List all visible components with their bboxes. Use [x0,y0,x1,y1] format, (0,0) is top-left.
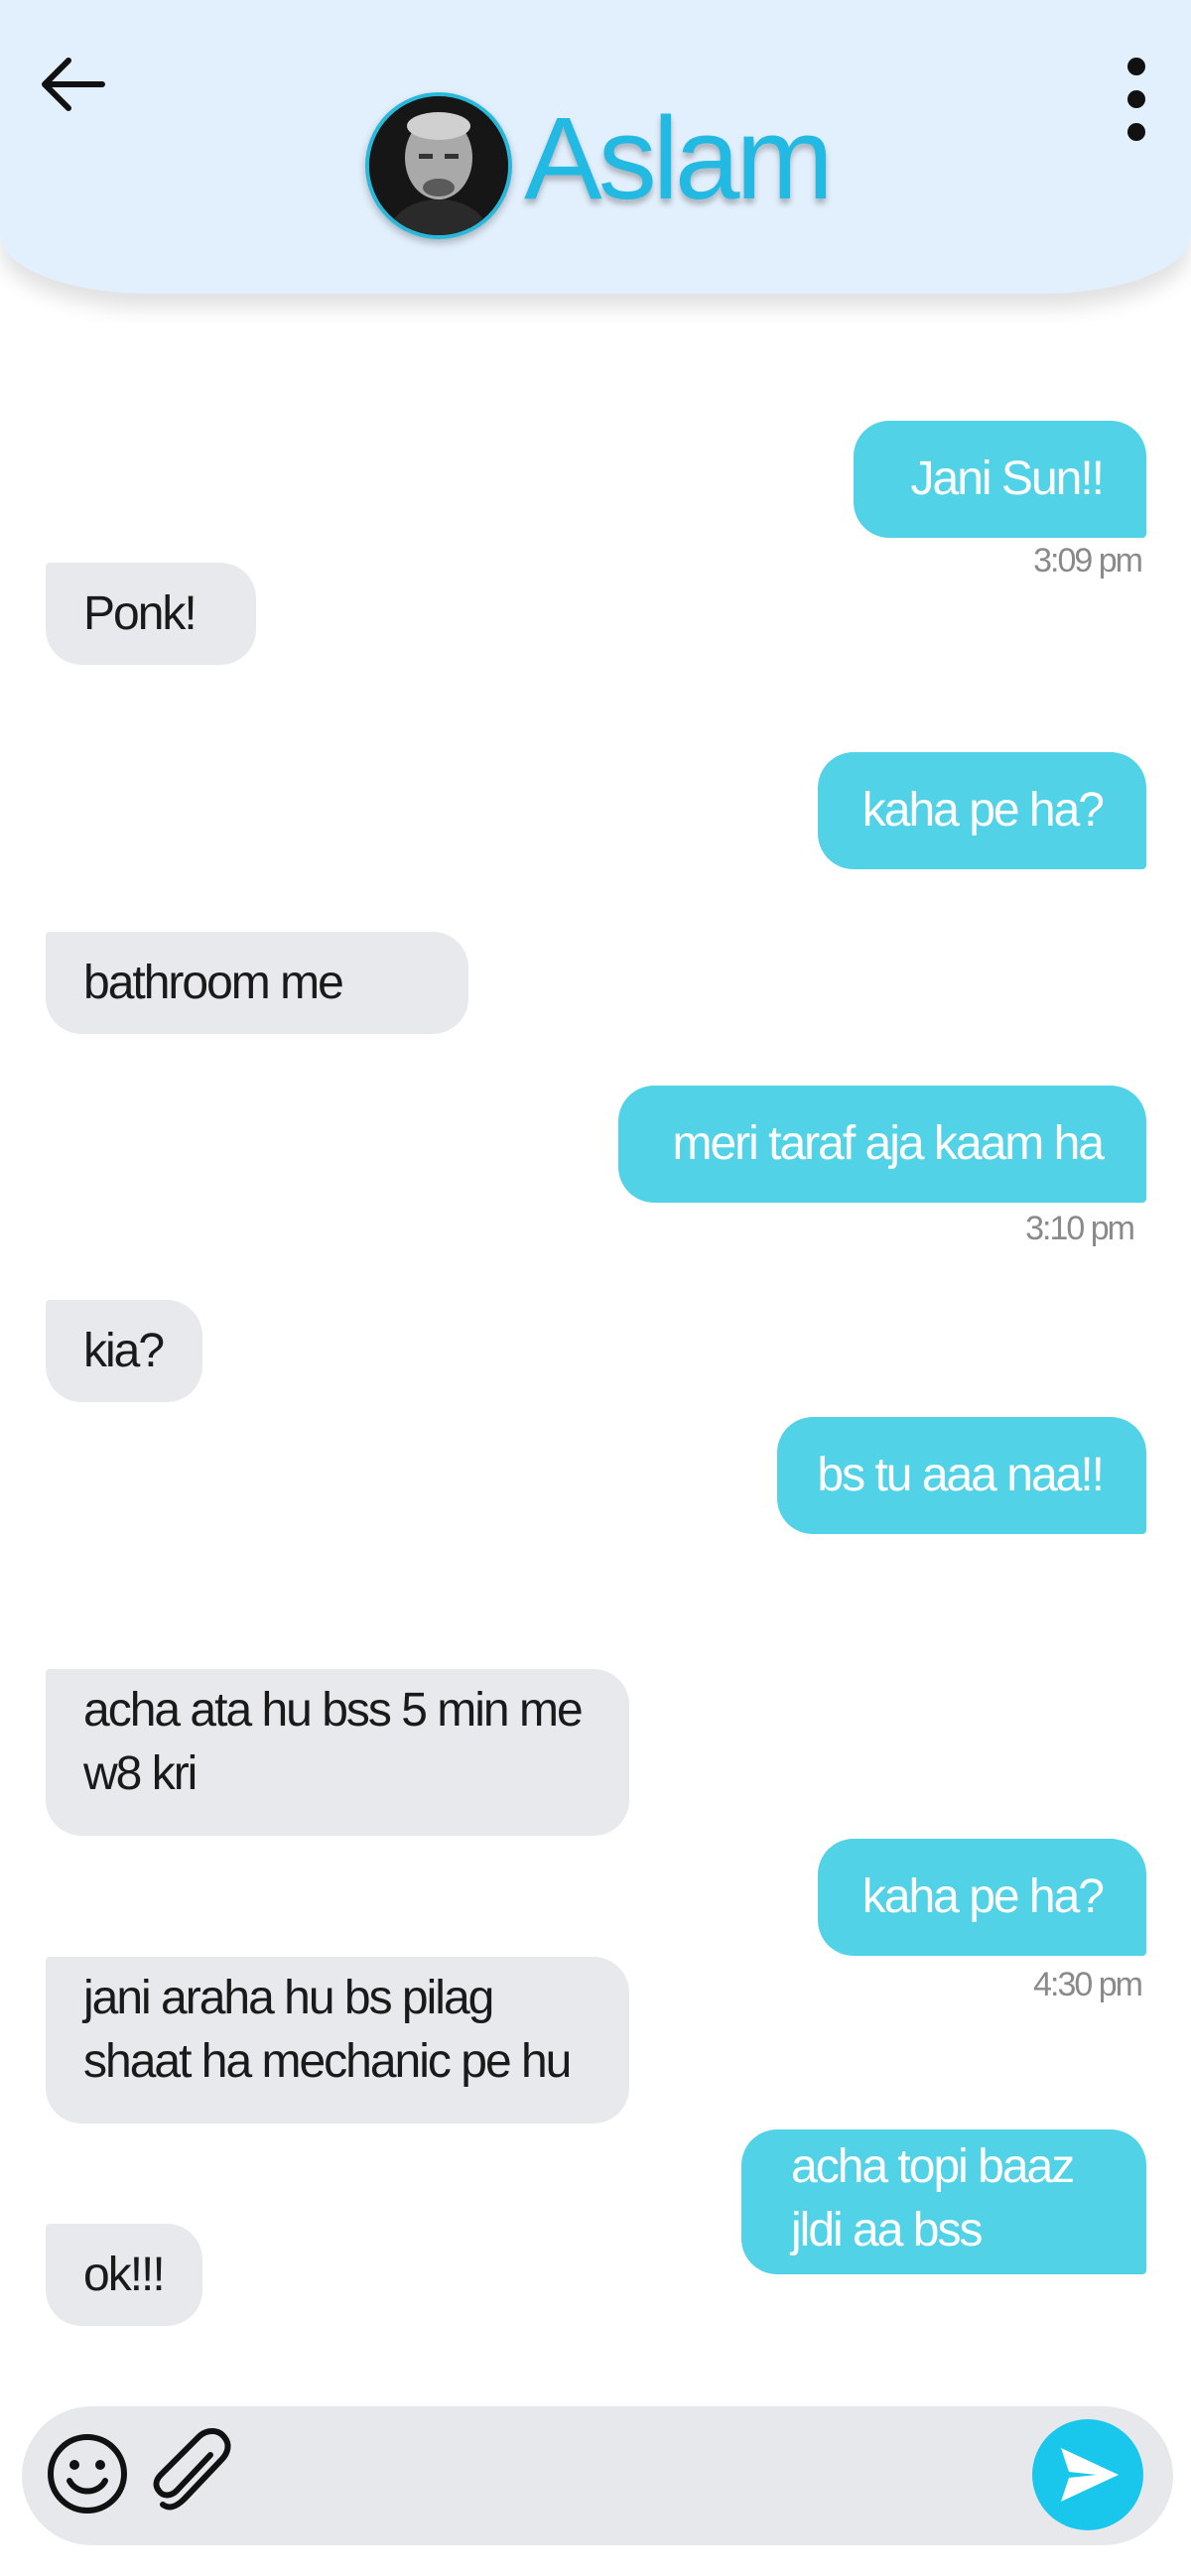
message-received[interactable]: bathroom me [46,932,468,1034]
message-text: bs tu aaa naa!! [817,1449,1105,1501]
message-time: 4:30 pm [1033,1966,1143,2003]
contact-name[interactable]: Aslam [524,84,834,233]
message-text: bathroom me [83,956,344,1009]
message-text: meri taraf aja kaam ha [672,1117,1105,1170]
avatar-image [369,96,508,235]
message-line: jani araha hu bs pilag [83,1972,494,2024]
emoji-button[interactable] [45,2431,130,2516]
message-text: kia? [83,1324,165,1377]
message-text: kaha pe ha? [861,784,1105,837]
message-text: Jani Sun!! [910,452,1105,505]
message-time: 3:10 pm [1025,1210,1135,1247]
message-received[interactable]: Ponk! [46,563,256,665]
message-sent[interactable]: kaha pe ha? [818,752,1146,869]
message-line: acha topi baaz [791,2140,1075,2193]
contact-avatar[interactable] [365,92,512,239]
message-received[interactable]: ok!!! [46,2224,202,2326]
message-text: kaha pe ha? [861,1870,1105,1923]
message-received[interactable]: acha ata hu bss 5 min me w8 kri [46,1669,629,1836]
message-line: w8 kri [83,1747,198,1800]
message-sent[interactable]: acha topi baaz jldi aa bss [741,2129,1146,2274]
more-options-button[interactable] [1102,50,1171,149]
more-vertical-icon [1127,58,1145,141]
message-sent[interactable]: kaha pe ha? [818,1839,1146,1956]
message-sent[interactable]: Jani Sun!! [854,421,1146,538]
message-sent[interactable]: meri taraf aja kaam ha [618,1086,1146,1203]
message-received[interactable]: jani araha hu bs pilag shaat ha mechanic… [46,1957,629,2124]
message-text: ok!!! [83,2248,166,2301]
attach-button[interactable] [149,2425,234,2520]
send-button[interactable] [1032,2419,1143,2530]
message-sent[interactable]: bs tu aaa naa!! [777,1417,1146,1534]
message-text: Ponk! [83,586,198,640]
send-icon [1061,2448,1119,2502]
message-line: acha ata hu bss 5 min me [83,1684,584,1737]
message-line: shaat ha mechanic pe hu [83,2035,572,2088]
back-button[interactable] [28,45,117,124]
message-received[interactable]: kia? [46,1300,202,1402]
message-time: 3:09 pm [1033,542,1143,580]
paperclip-icon [153,2428,231,2511]
arrow-left-icon [42,58,105,111]
message-line: jldi aa bss [791,2204,983,2256]
smiley-icon [48,2434,127,2513]
